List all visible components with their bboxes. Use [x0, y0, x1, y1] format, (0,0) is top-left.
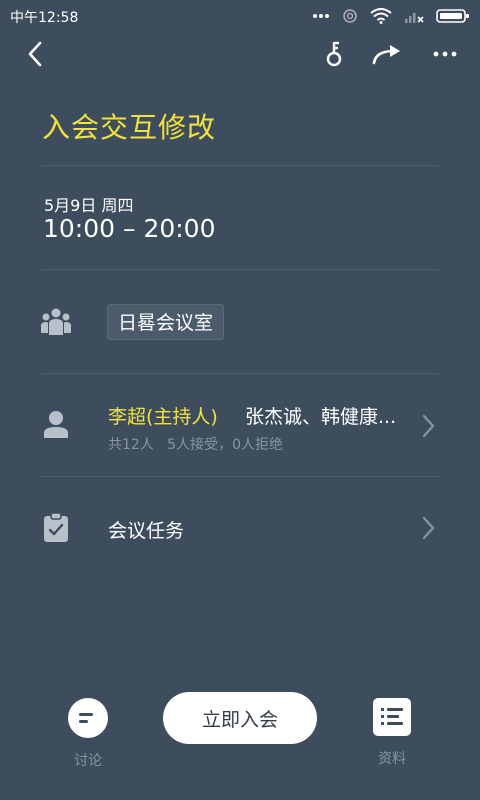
discussion-button[interactable]: 讨论: [58, 698, 118, 770]
chevron-right-icon: [420, 516, 436, 544]
meeting-room-badge: 日晷会议室: [107, 304, 225, 340]
materials-button[interactable]: 资料: [362, 698, 422, 768]
share-arrow-icon: [372, 45, 400, 65]
chevron-right-icon: [420, 414, 436, 442]
chat-bubble-icon: [68, 698, 108, 738]
wifi-icon: [370, 8, 392, 24]
clipboard-check-icon: [40, 512, 72, 544]
sync-icon: [343, 9, 357, 23]
participant-stats: 共12人 5人接受，0人拒绝: [108, 437, 283, 453]
status-time: 中午12:58: [10, 10, 79, 26]
status-icons: [312, 6, 470, 26]
discussion-label: 讨论: [74, 753, 102, 769]
divider: [42, 269, 438, 270]
meeting-time-range: 10:00 – 20:00: [43, 214, 216, 243]
meeting-tasks-label: 会议任务: [108, 520, 185, 542]
chevron-left-icon: [28, 41, 42, 67]
more-button[interactable]: [423, 32, 467, 76]
document-list-icon: [373, 698, 411, 736]
key-button[interactable]: [312, 32, 356, 76]
share-button[interactable]: [366, 32, 410, 76]
meeting-tasks-row[interactable]: [0, 480, 480, 576]
materials-label: 资料: [378, 751, 406, 767]
battery-icon: [436, 9, 469, 23]
person-icon: [40, 408, 72, 440]
meeting-date: 5月9日 周四: [44, 196, 134, 215]
key-icon: [326, 41, 342, 67]
people-group-icon: [40, 306, 72, 338]
meeting-title: 入会交互修改: [42, 111, 217, 144]
signal-icon: [405, 13, 424, 23]
participants-row[interactable]: [0, 378, 480, 474]
more-dots-icon: [313, 14, 329, 18]
divider: [42, 373, 438, 374]
divider: [42, 165, 438, 166]
more-horizontal-icon: [433, 51, 457, 57]
back-button[interactable]: [13, 32, 57, 76]
status-bar: 中午12:58: [0, 0, 480, 32]
attendee-names: 张杰诚、韩健康...: [245, 406, 397, 428]
divider: [42, 476, 438, 477]
host-name: 李超(主持人): [108, 406, 218, 428]
join-meeting-button[interactable]: 立即入会: [163, 692, 317, 744]
